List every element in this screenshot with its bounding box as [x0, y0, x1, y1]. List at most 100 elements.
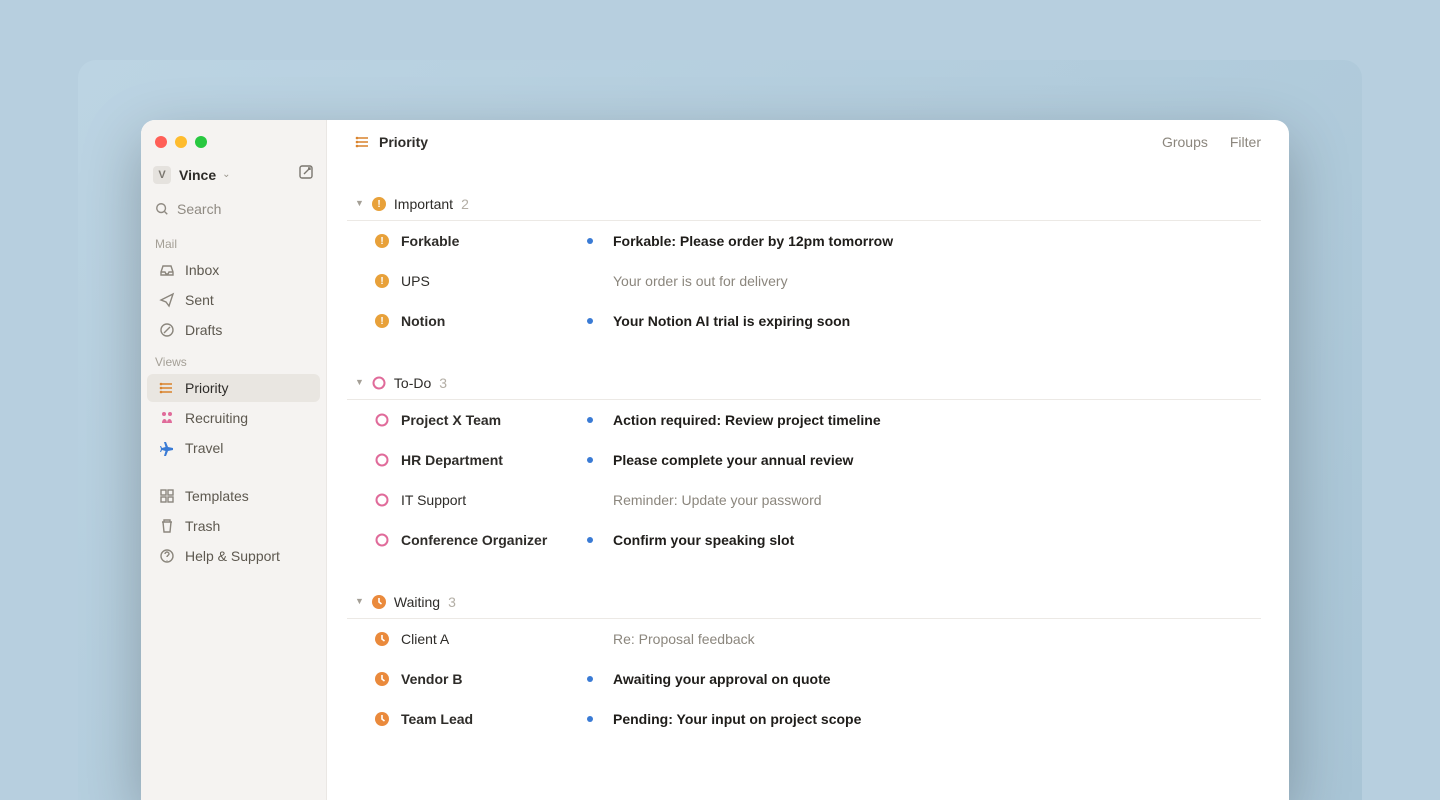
unread-dot	[579, 676, 601, 682]
message-list[interactable]: ▼ ! Important 2 ! Forkable Forkable: Ple…	[327, 158, 1289, 800]
group-count: 3	[448, 594, 456, 610]
templates-icon	[159, 488, 175, 504]
message-subject: Action required: Review project timeline	[613, 412, 1261, 428]
priority-icon	[159, 380, 175, 396]
sidebar-item-label: Drafts	[185, 322, 222, 338]
message-sender: Conference Organizer	[401, 532, 567, 548]
group-name: Important	[394, 196, 453, 212]
unread-dot	[579, 318, 601, 324]
group-important: ▼ ! Important 2 ! Forkable Forkable: Ple…	[347, 196, 1261, 341]
search-input[interactable]: Search	[141, 191, 326, 227]
main-pane: Priority Groups Filter ▼ ! Important 2 !…	[327, 120, 1289, 800]
sidebar-item-label: Sent	[185, 292, 214, 308]
message-sender: UPS	[401, 273, 567, 289]
sidebar-item-templates[interactable]: Templates	[147, 482, 320, 510]
important-icon: !	[375, 314, 389, 328]
waiting-icon	[372, 595, 386, 609]
message-subject: Your Notion AI trial is expiring soon	[613, 313, 1261, 329]
message-subject: Please complete your annual review	[613, 452, 1261, 468]
message-sender: Project X Team	[401, 412, 567, 428]
window-close-icon[interactable]	[155, 136, 167, 148]
sidebar-item-recruiting[interactable]: Recruiting	[147, 404, 320, 432]
message-row[interactable]: ! UPS Your order is out for delivery	[375, 261, 1261, 301]
compose-button[interactable]	[298, 164, 314, 185]
drafts-icon	[159, 322, 175, 338]
todo-icon	[372, 376, 386, 390]
trash-icon	[159, 518, 175, 534]
message-sender: IT Support	[401, 492, 567, 508]
svg-text:!: !	[380, 276, 383, 287]
message-subject: Awaiting your approval on quote	[613, 671, 1261, 687]
groups-button[interactable]: Groups	[1162, 134, 1208, 150]
important-icon: !	[375, 234, 389, 248]
svg-text:!: !	[380, 236, 383, 247]
caret-down-icon: ▼	[355, 377, 364, 387]
message-subject: Re: Proposal feedback	[613, 631, 1261, 647]
sidebar-item-sent[interactable]: Sent	[147, 286, 320, 314]
message-sender: Notion	[401, 313, 567, 329]
search-placeholder: Search	[177, 201, 221, 217]
todo-icon	[375, 453, 389, 467]
important-icon: !	[372, 197, 386, 211]
window-minimize-icon[interactable]	[175, 136, 187, 148]
message-row[interactable]: Vendor B Awaiting your approval on quote	[375, 659, 1261, 699]
sidebar-item-drafts[interactable]: Drafts	[147, 316, 320, 344]
group-header[interactable]: ▼ To-Do 3	[347, 375, 1261, 400]
sidebar-item-help[interactable]: Help & Support	[147, 542, 320, 570]
group-rows: Project X Team Action required: Review p…	[347, 400, 1261, 560]
window-fullscreen-icon[interactable]	[195, 136, 207, 148]
account-switcher[interactable]: V Vince ⌄	[141, 160, 326, 191]
mail-app-window: V Vince ⌄ Search Mail Inbox Sent Drafts …	[141, 120, 1289, 800]
sidebar-item-label: Help & Support	[185, 548, 280, 564]
message-row[interactable]: ! Notion Your Notion AI trial is expirin…	[375, 301, 1261, 341]
important-icon: !	[375, 274, 389, 288]
filter-button[interactable]: Filter	[1230, 134, 1261, 150]
message-row[interactable]: Conference Organizer Confirm your speaki…	[375, 520, 1261, 560]
message-row[interactable]: Team Lead Pending: Your input on project…	[375, 699, 1261, 739]
chevron-down-icon: ⌄	[222, 169, 230, 180]
sidebar-item-label: Trash	[185, 518, 220, 534]
sent-icon	[159, 292, 175, 308]
group-header[interactable]: ▼ Waiting 3	[347, 594, 1261, 619]
group-name: To-Do	[394, 375, 431, 391]
sidebar-section-mail: Mail	[141, 227, 326, 255]
sidebar-section-views: Views	[141, 345, 326, 373]
page-title: Priority	[355, 134, 428, 150]
group-todo: ▼ To-Do 3 Project X Team Action required…	[347, 375, 1261, 560]
group-header[interactable]: ▼ ! Important 2	[347, 196, 1261, 221]
sidebar-item-label: Priority	[185, 380, 229, 396]
main-header: Priority Groups Filter	[327, 120, 1289, 158]
message-sender: Forkable	[401, 233, 567, 249]
avatar: V	[153, 166, 171, 184]
unread-dot	[579, 417, 601, 423]
sidebar-item-label: Travel	[185, 440, 223, 456]
caret-down-icon: ▼	[355, 596, 364, 606]
unread-dot	[579, 238, 601, 244]
todo-icon	[375, 413, 389, 427]
unread-dot	[579, 457, 601, 463]
message-sender: HR Department	[401, 452, 567, 468]
message-sender: Team Lead	[401, 711, 567, 727]
message-row[interactable]: ! Forkable Forkable: Please order by 12p…	[375, 221, 1261, 261]
message-row[interactable]: Project X Team Action required: Review p…	[375, 400, 1261, 440]
message-subject: Your order is out for delivery	[613, 273, 1261, 289]
waiting-icon	[375, 672, 389, 686]
group-waiting: ▼ Waiting 3 Client A Re: Proposal feedba…	[347, 594, 1261, 739]
message-row[interactable]: IT Support Reminder: Update your passwor…	[375, 480, 1261, 520]
todo-icon	[375, 493, 389, 507]
svg-text:!: !	[380, 316, 383, 327]
sidebar-item-inbox[interactable]: Inbox	[147, 256, 320, 284]
message-subject: Reminder: Update your password	[613, 492, 1261, 508]
message-subject: Confirm your speaking slot	[613, 532, 1261, 548]
window-traffic-lights	[141, 130, 326, 160]
sidebar-item-priority[interactable]: Priority	[147, 374, 320, 402]
sidebar-item-travel[interactable]: Travel	[147, 434, 320, 462]
group-count: 3	[439, 375, 447, 391]
message-row[interactable]: Client A Re: Proposal feedback	[375, 619, 1261, 659]
page-title-text: Priority	[379, 134, 428, 150]
sidebar-item-trash[interactable]: Trash	[147, 512, 320, 540]
recruiting-icon	[159, 410, 175, 426]
waiting-icon	[375, 712, 389, 726]
message-row[interactable]: HR Department Please complete your annua…	[375, 440, 1261, 480]
account-name: Vince	[179, 167, 216, 183]
